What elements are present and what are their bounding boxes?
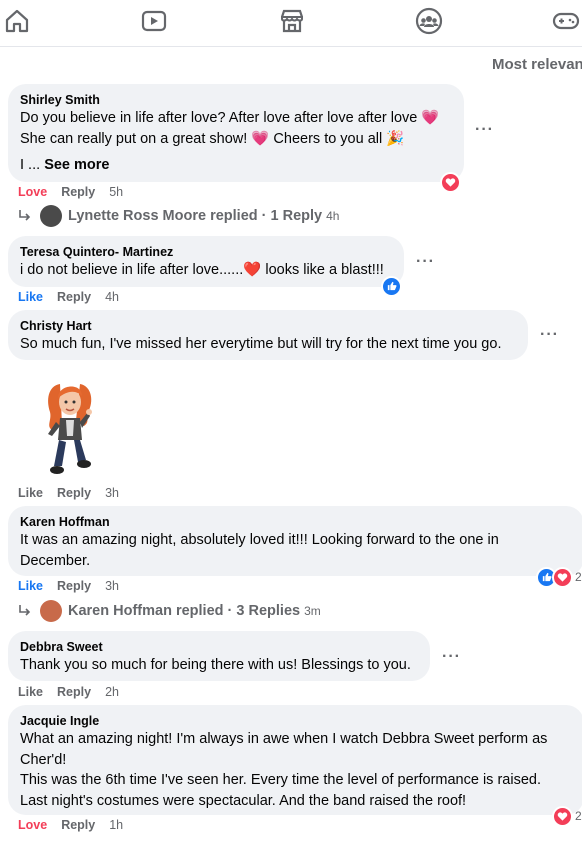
reply-arrow-icon xyxy=(19,605,31,616)
comment-time[interactable]: 4h xyxy=(105,290,119,304)
comment-author[interactable]: Karen Hoffman xyxy=(20,514,572,530)
reply-button[interactable]: Reply xyxy=(61,185,95,199)
comment-time[interactable]: 1h xyxy=(109,818,123,832)
comment-actions: Love Reply 5h xyxy=(18,185,137,199)
comment-time[interactable]: 5h xyxy=(109,185,123,199)
marketplace-icon[interactable] xyxy=(278,7,306,35)
reply-arrow-icon xyxy=(19,210,31,221)
reaction-summary[interactable] xyxy=(440,171,461,193)
comment-bubble: Shirley Smith Do you believe in life aft… xyxy=(8,84,464,182)
comment-line: I ... xyxy=(20,157,41,173)
comment-text: Thank you so much for being there with u… xyxy=(20,655,418,676)
like-button[interactable]: Like xyxy=(18,486,43,500)
gaming-icon[interactable] xyxy=(552,7,580,35)
comment-line: This was the 6th time I've seen her. Eve… xyxy=(20,772,541,788)
reply-time: 3m xyxy=(304,604,321,618)
comment-line: She can really put on a great show! 💗 Ch… xyxy=(20,130,405,147)
comment-truncated-line: I ... See more xyxy=(20,155,452,176)
love-reaction-icon xyxy=(552,805,573,827)
comment-text: What an amazing night! I'm always in awe… xyxy=(20,729,572,811)
reaction-summary[interactable] xyxy=(381,275,402,297)
more-options-icon[interactable]: ··· xyxy=(475,121,494,139)
more-options-icon[interactable]: ··· xyxy=(416,253,435,271)
comment-bubble: Jacquie Ingle What an amazing night! I'm… xyxy=(8,705,582,815)
comment-author[interactable]: Debbra Sweet xyxy=(20,639,418,655)
comment-line: Last night's costumes were spectacular. … xyxy=(20,792,467,809)
love-reaction-button[interactable]: Love xyxy=(18,818,47,832)
comment-bubble: Teresa Quintero- Martinez i do not belie… xyxy=(8,236,404,287)
sort-dropdown[interactable]: Most relevant xyxy=(492,56,582,73)
comment-time[interactable]: 3h xyxy=(105,579,119,593)
like-button[interactable]: Like xyxy=(18,579,43,593)
home-icon[interactable] xyxy=(3,7,31,35)
more-options-icon[interactable]: ··· xyxy=(540,326,559,344)
groups-icon[interactable] xyxy=(415,7,443,35)
love-reaction-icon xyxy=(552,566,573,588)
more-options-icon[interactable]: ··· xyxy=(442,648,461,666)
comment-line: December. xyxy=(20,552,91,569)
comment-actions: Like Reply 4h xyxy=(18,290,133,304)
replier-name[interactable]: Lynette Ross Moore xyxy=(68,208,206,224)
reaction-count: 2 xyxy=(575,570,582,584)
reaction-summary[interactable]: 2 xyxy=(536,566,582,588)
reply-time: 4h xyxy=(326,209,340,223)
comment-actions: Like Reply 2h xyxy=(18,685,133,699)
like-button[interactable]: Like xyxy=(18,290,43,304)
comment-line: Cher'd! xyxy=(20,751,67,768)
comment-time[interactable]: 3h xyxy=(105,486,119,500)
view-replies-link[interactable]: Karen Hoffman replied · 3 Replies 3m xyxy=(18,600,321,622)
comment-text: It was an amazing night, absolutely love… xyxy=(20,530,572,571)
comment-line: Do you believe in life after love? After… xyxy=(20,110,440,126)
reaction-summary[interactable]: 2 xyxy=(552,805,582,827)
avatar xyxy=(40,205,62,227)
view-replies-link[interactable]: Lynette Ross Moore replied · 1 Reply 4h xyxy=(18,205,339,227)
comment-line: It was an amazing night, absolutely love… xyxy=(20,532,499,548)
comment-actions: Like Reply 3h xyxy=(18,579,133,593)
comment-actions: Love Reply 1h xyxy=(18,818,137,832)
comment-text: So much fun, I've missed her everytime b… xyxy=(20,334,516,355)
comment-line: i do not believe in life after love.....… xyxy=(20,262,384,278)
replier-name[interactable]: Karen Hoffman xyxy=(68,603,172,619)
replies-count[interactable]: replied · 1 Reply xyxy=(210,208,322,224)
top-nav xyxy=(0,0,582,47)
comment-bubble: Debbra Sweet Thank you so much for being… xyxy=(8,631,430,681)
like-button[interactable]: Like xyxy=(18,685,43,699)
avatar-sticker xyxy=(40,378,102,480)
comment-line: What an amazing night! I'm always in awe… xyxy=(20,731,548,747)
video-icon[interactable] xyxy=(140,7,168,35)
comment-text: Do you believe in life after love? After… xyxy=(20,108,452,176)
see-more-link[interactable]: See more xyxy=(44,157,109,173)
comment-author[interactable]: Teresa Quintero- Martinez xyxy=(20,244,392,260)
comment-actions: Like Reply 3h xyxy=(18,486,133,500)
comment-line: Thank you so much for being there with u… xyxy=(20,657,411,673)
replies-count[interactable]: replied · 3 Replies xyxy=(176,603,300,619)
comment-bubble: Karen Hoffman It was an amazing night, a… xyxy=(8,506,582,576)
reply-button[interactable]: Reply xyxy=(57,486,91,500)
comment-bubble: Christy Hart So much fun, I've missed he… xyxy=(8,310,528,360)
like-reaction-icon xyxy=(381,275,402,297)
reply-button[interactable]: Reply xyxy=(57,685,91,699)
avatar xyxy=(40,600,62,622)
reply-button[interactable]: Reply xyxy=(57,290,91,304)
comment-line: So much fun, I've missed her everytime b… xyxy=(20,336,502,352)
love-reaction-icon xyxy=(440,171,461,193)
reaction-count: 2 xyxy=(575,809,582,823)
comment-text: i do not believe in life after love.....… xyxy=(20,260,392,281)
comment-author[interactable]: Shirley Smith xyxy=(20,92,452,108)
love-reaction-button[interactable]: Love xyxy=(18,185,47,199)
comment-author[interactable]: Jacquie Ingle xyxy=(20,713,572,729)
reply-button[interactable]: Reply xyxy=(61,818,95,832)
comment-time[interactable]: 2h xyxy=(105,685,119,699)
reply-button[interactable]: Reply xyxy=(57,579,91,593)
comment-author[interactable]: Christy Hart xyxy=(20,318,516,334)
